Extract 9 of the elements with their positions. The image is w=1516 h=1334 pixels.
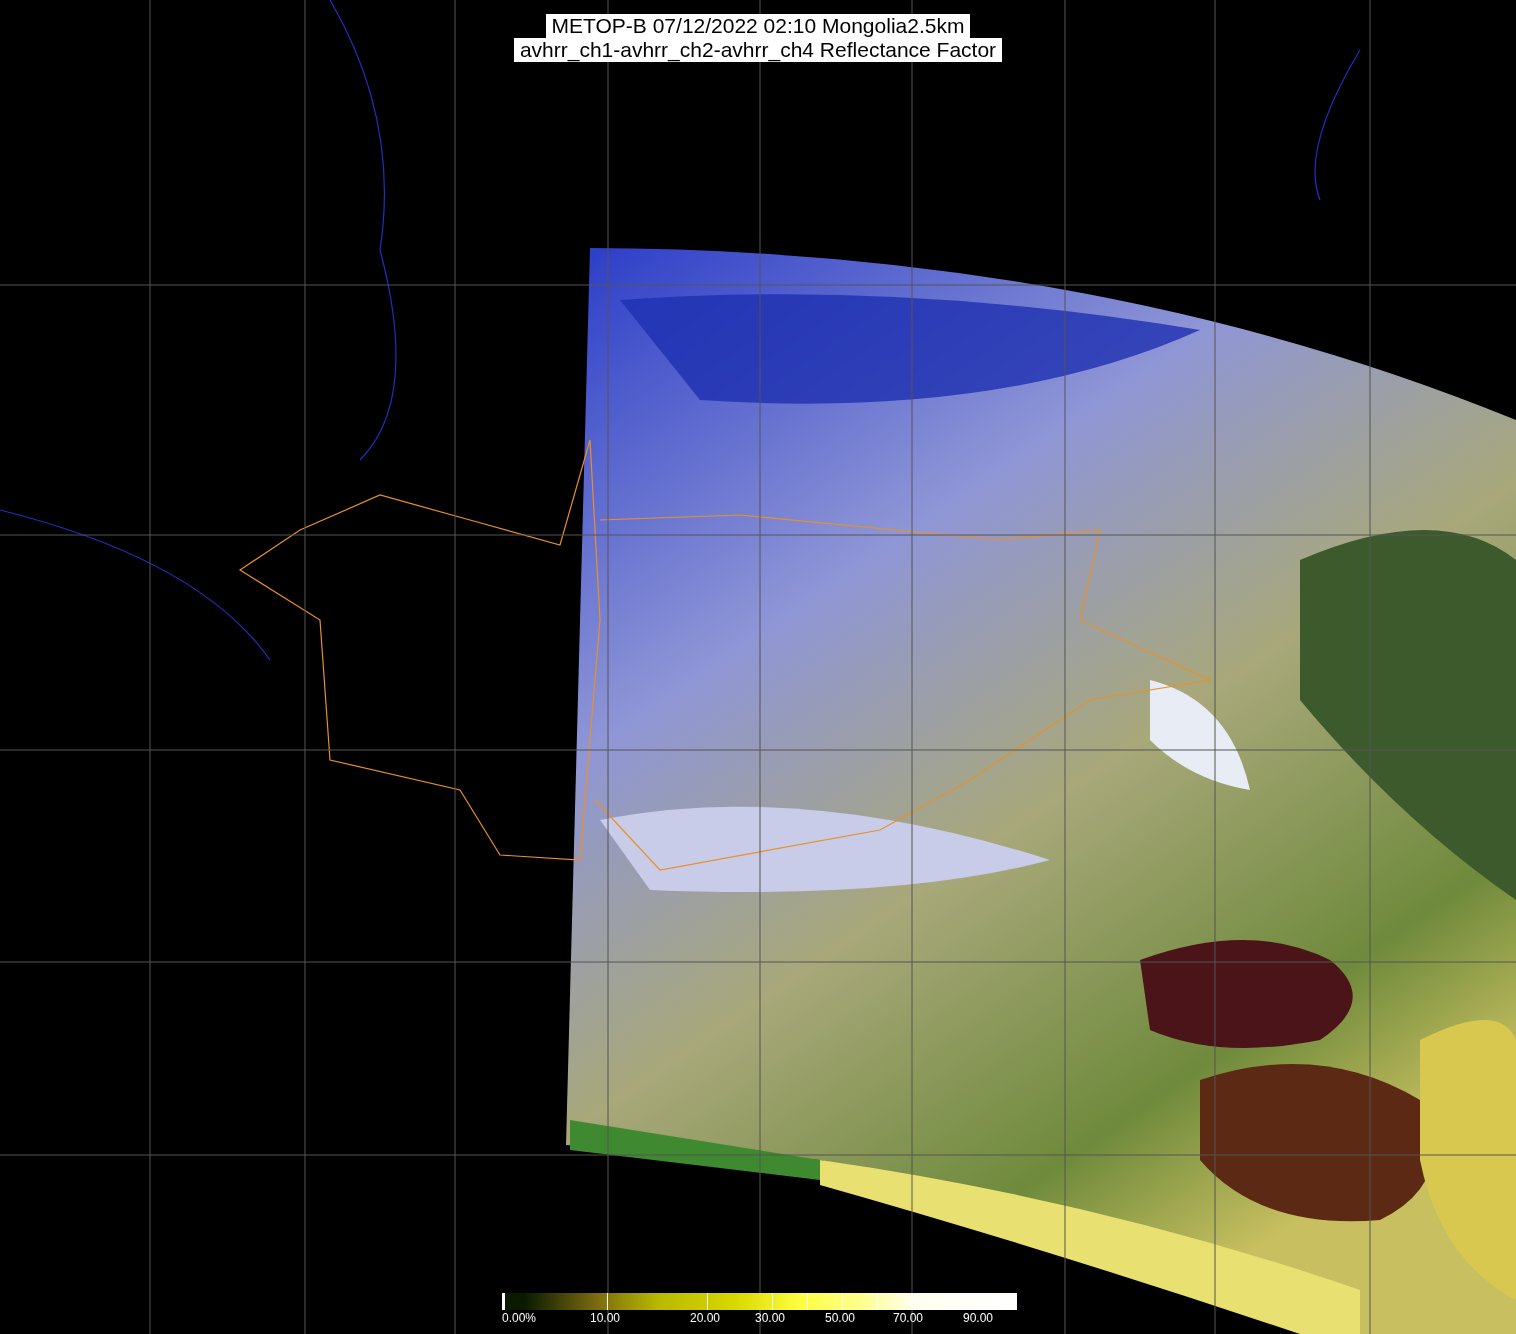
map-title: avhrr_ch1-avhrr_ch2-avhrr_ch4 Reflectance Factor: [513, 38, 1003, 62]
colorbar-label: 90.00: [963, 1311, 993, 1325]
colorbar-label: 20.00: [690, 1311, 720, 1325]
map-title: METOP-B 07/12/2022 02:10 Mongolia2.5km: [545, 14, 971, 38]
colorbar-label: 50.00: [825, 1311, 855, 1325]
colorbar-label: 0.00%: [502, 1311, 537, 1325]
colorbar-label: 10.00: [590, 1311, 620, 1325]
colorbar-label: 70.00: [893, 1311, 923, 1325]
colorbar-label: 30.00: [755, 1311, 785, 1325]
